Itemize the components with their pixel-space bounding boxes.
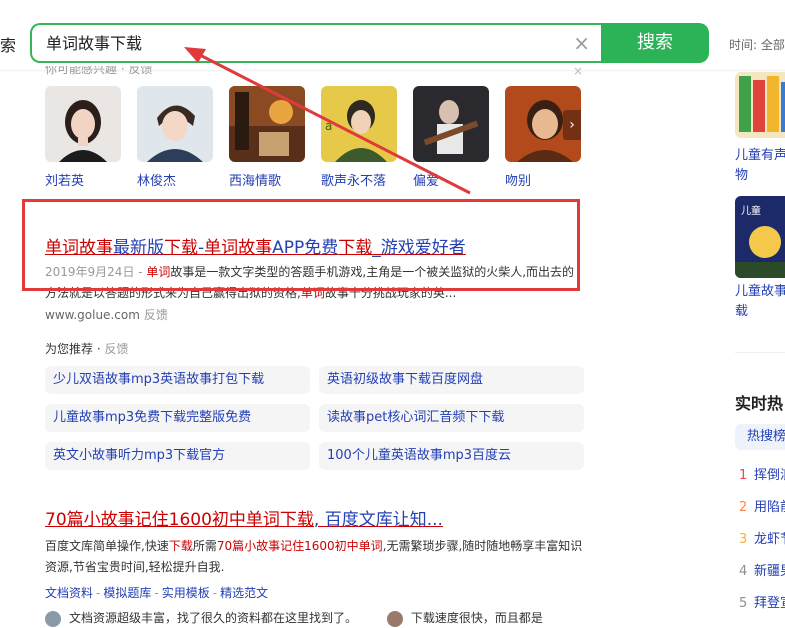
recommend-item[interactable]: 儿童故事mp3免费下载完整版免费 — [45, 404, 310, 432]
person-name[interactable]: 林俊杰 — [137, 170, 215, 189]
sitelink[interactable]: 文档资料 — [45, 586, 93, 600]
album-cover[interactable] — [229, 86, 305, 162]
book-cover[interactable]: 儿童 — [735, 196, 785, 278]
title-keyword[interactable]: 单词下载 — [246, 510, 314, 530]
search-input[interactable]: 单词故事下载 × — [30, 23, 604, 63]
sidebar-divider — [735, 352, 785, 353]
abstract-keyword: 70篇小故事记住1600初中单词 — [216, 539, 383, 553]
hot-text[interactable]: 挥倒浪 — [754, 468, 785, 483]
person-card-gesheng[interactable]: a 歌声永不落 — [321, 86, 399, 189]
person-card-lin-junjie[interactable]: 林俊杰 — [137, 86, 215, 189]
album-cover[interactable] — [413, 86, 489, 162]
sitelink-separator: - — [96, 586, 101, 600]
recommend-item[interactable]: 英语初级故事下载百度网盘 — [319, 366, 584, 394]
search-header: 索 单词故事下载 × 搜索 时间: 全部 — [0, 0, 785, 72]
recommend-title: 为您推荐 — [45, 342, 94, 356]
hot-rank: 1 — [739, 468, 748, 483]
hot-rank: 2 — [739, 500, 748, 515]
close-icon[interactable]: × — [573, 64, 583, 78]
hot-item[interactable]: 4 新疆男 — [739, 560, 785, 579]
book-title[interactable]: 物 — [735, 166, 748, 186]
hot-item[interactable]: 3 龙虾节 — [739, 528, 785, 547]
song-name[interactable]: 吻别 — [505, 170, 583, 189]
hot-text[interactable]: 新疆男 — [754, 564, 785, 579]
book-cover[interactable] — [735, 72, 785, 138]
chevron-right-icon[interactable]: › — [563, 110, 581, 140]
abstract-keyword: 下载 — [168, 539, 193, 553]
recommend-item[interactable]: 英文小故事听力mp3下载官方 — [45, 442, 310, 470]
person-card-pianai[interactable]: 偏爱 — [413, 86, 491, 189]
svg-text:儿童: 儿童 — [741, 204, 761, 217]
recommend-item[interactable]: 少儿双语故事mp3英语故事打包下载 — [45, 366, 310, 394]
result-title-link[interactable]: 70篇小故事记住1600初中单词下载, 百度文库让知... — [45, 505, 443, 530]
hot-text[interactable]: 龙虾节 — [754, 532, 785, 547]
comment-text: 下载速度很快，而且都是 — [410, 611, 543, 625]
person-card-xihai-qingge[interactable]: 西海情歌 — [229, 86, 307, 189]
hot-rank: 5 — [739, 596, 748, 611]
abstract-text: 百度文库简单操作,快速 — [45, 539, 169, 553]
book-title[interactable]: 儿童有声 — [735, 146, 785, 166]
sitelink-separator: - — [154, 586, 159, 600]
hot-text[interactable]: 拜登宣 — [754, 596, 785, 611]
sitelink-separator: - — [212, 586, 218, 600]
hot-rank: 4 — [739, 564, 748, 579]
hot-item[interactable]: 5 拜登宣 — [739, 592, 785, 611]
right-sidebar: 儿童有声 物 儿童 儿童故事 载 实时热 热搜榜 1挥倒浪 2用陷前 3龙虾节 … — [735, 72, 785, 628]
tab-hot-list[interactable]: 热搜榜 — [735, 424, 785, 450]
song-name[interactable]: 偏爱 — [413, 170, 491, 189]
person-card-liu-ruoying[interactable]: 刘若英 — [45, 86, 123, 189]
book-title[interactable]: 载 — [735, 302, 748, 322]
title-text[interactable]: , 百度文库让知... — [314, 510, 443, 530]
sitelinks: 文档资料 - 模拟题库 - 实用模板 - 精选范文 — [45, 584, 268, 601]
feedback-link[interactable]: 反馈 — [144, 308, 168, 322]
recommend-item[interactable]: 读故事pet核心词汇音频下下载 — [319, 404, 584, 432]
hot-text[interactable]: 用陷前 — [754, 500, 785, 515]
hot-item[interactable]: 2 用陷前 — [739, 496, 785, 515]
feedback-link[interactable]: 反馈 — [104, 342, 128, 356]
album-cover[interactable]: a — [321, 86, 397, 162]
song-name[interactable]: 歌声永不落 — [321, 170, 399, 189]
song-name[interactable]: 西海情歌 — [229, 170, 307, 189]
comment-text: 文档资源超级丰富，找了很久的资料都在这里找到了。 — [69, 611, 358, 625]
result-abstract: 百度文库简单操作,快速下载所需70篇小故事记住1600初中单词,无需繁琐步骤,随… — [45, 536, 590, 578]
hot-search-title: 实时热 — [735, 394, 784, 413]
svg-text:a: a — [325, 119, 332, 133]
person-name[interactable]: 刘若英 — [45, 170, 123, 189]
hot-item[interactable]: 1 挥倒浪 — [739, 464, 785, 483]
hot-rank: 3 — [739, 532, 748, 547]
person-photo[interactable] — [45, 86, 121, 162]
result-source: www.golue.com 反馈 — [45, 306, 168, 323]
recommend-heading: 为您推荐 · 反馈 — [45, 342, 129, 356]
person-photo[interactable] — [137, 86, 213, 162]
time-filter[interactable]: 时间: 全部 — [729, 36, 785, 53]
recommend-item[interactable]: 100个儿童英语故事mp3百度云 — [319, 442, 584, 470]
annotation-highlight-box — [22, 199, 580, 291]
sitelink[interactable]: 模拟题库 — [103, 586, 151, 600]
title-keyword[interactable]: 70篇小故事记住1600初中 — [45, 510, 246, 530]
avatar — [386, 610, 403, 627]
user-comments: 文档资源超级丰富，找了很久的资料都在这里找到了。 下载速度很快，而且都是 — [45, 609, 543, 627]
interest-heading: 你可能感兴趣 · 反馈 — [45, 66, 153, 76]
avatar — [45, 610, 61, 627]
search-query-text[interactable]: 单词故事下载 — [46, 32, 546, 56]
source-url[interactable]: www.golue.com — [45, 308, 140, 322]
sitelink[interactable]: 精选范文 — [220, 586, 268, 600]
close-icon[interactable]: × — [573, 30, 590, 56]
search-label: 索 — [0, 36, 17, 55]
sitelink[interactable]: 实用模板 — [162, 586, 210, 600]
search-button[interactable]: 搜索 — [601, 23, 709, 63]
abstract-text: 所需 — [192, 539, 217, 553]
book-title[interactable]: 儿童故事 — [735, 282, 785, 302]
